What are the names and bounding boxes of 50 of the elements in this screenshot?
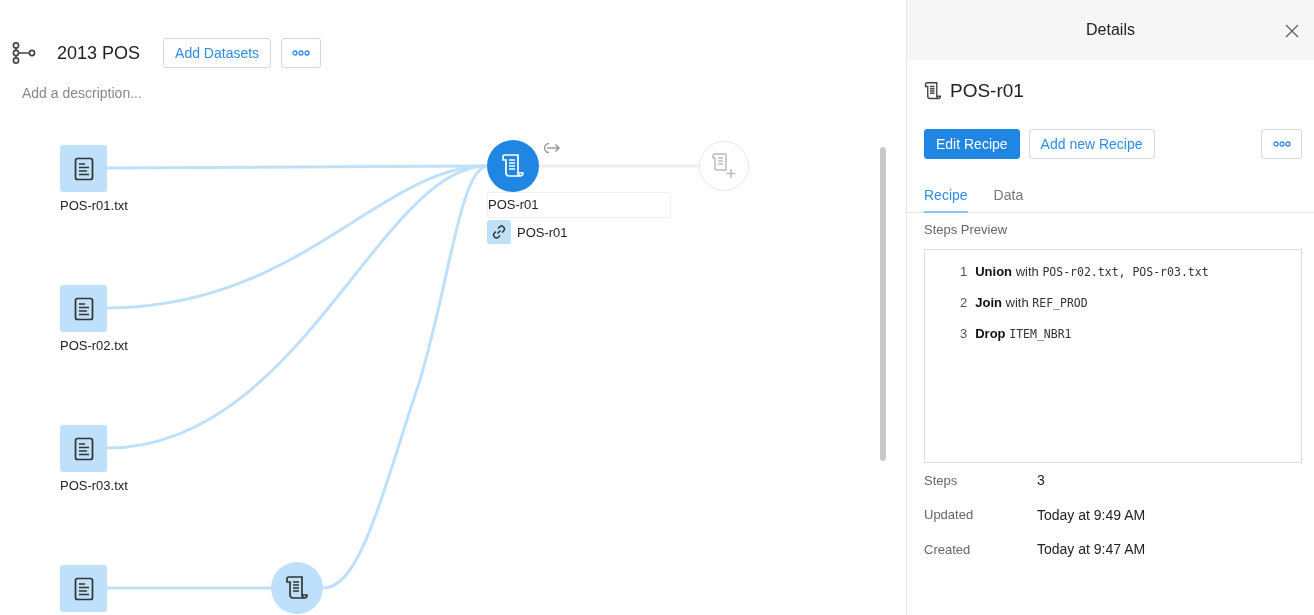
dataset-label: POS-r02.txt <box>60 338 128 353</box>
add-datasets-button[interactable]: Add Datasets <box>163 38 272 68</box>
dataset-label: POS-r01.txt <box>60 198 128 213</box>
scrollbar[interactable] <box>880 147 886 461</box>
recipe-node[interactable] <box>271 562 323 614</box>
add-scroll-icon <box>711 152 737 180</box>
steps-preview-label: Steps Preview <box>924 222 1009 237</box>
info-label: Updated <box>924 507 975 523</box>
recipe-node[interactable] <box>487 140 539 192</box>
panel-title: Details <box>1086 21 1135 39</box>
recipe-name-field[interactable]: POS-r01 <box>487 192 671 218</box>
step-number: 2 <box>960 295 968 312</box>
more-button[interactable] <box>1261 129 1302 159</box>
add-recipe-button[interactable]: Add new Recipe <box>1028 129 1155 159</box>
flow-icon <box>12 42 36 64</box>
step-text: Join with REF_PROD <box>975 295 1088 312</box>
step-text: Union with POS-r02.txt, POS-r03.txt <box>975 264 1209 281</box>
document-icon <box>73 296 94 321</box>
step-text: Drop ITEM_NBR1 <box>975 326 1072 343</box>
tab[interactable]: Data <box>993 183 1024 213</box>
info-label: Steps <box>924 472 959 488</box>
info-label: Created <box>924 541 972 557</box>
project-title: 2013 POS <box>57 42 141 64</box>
dataset-node[interactable] <box>60 145 107 192</box>
dataset-node[interactable] <box>60 565 107 612</box>
dataset-node[interactable] <box>60 425 107 472</box>
exit-arrow-icon[interactable] <box>543 141 561 155</box>
scroll-icon <box>501 153 525 179</box>
document-icon <box>73 436 94 461</box>
info-value: Today at 9:47 AM <box>1037 541 1146 558</box>
more-button[interactable] <box>281 38 322 68</box>
dataset-node[interactable] <box>60 285 107 332</box>
tab[interactable]: Recipe <box>924 183 968 213</box>
more-icon <box>292 50 311 56</box>
close-icon[interactable] <box>1285 24 1299 38</box>
document-icon <box>73 156 94 181</box>
add-recipe-node[interactable] <box>699 141 749 191</box>
step-number: 1 <box>960 264 968 281</box>
info-value: 3 <box>1037 472 1045 489</box>
step-number: 3 <box>960 326 968 343</box>
output-label: POS-r01 <box>517 224 568 240</box>
info-value: Today at 9:49 AM <box>1037 506 1146 523</box>
recipe-name: POS-r01 <box>950 80 1024 102</box>
more-icon <box>1272 141 1291 147</box>
link-icon <box>487 220 511 244</box>
scroll-icon <box>924 81 942 101</box>
document-icon <box>73 576 94 601</box>
scroll-icon <box>285 575 309 601</box>
dataset-label: POS-r03.txt <box>60 478 128 493</box>
edit-recipe-button[interactable]: Edit Recipe <box>924 129 1020 159</box>
